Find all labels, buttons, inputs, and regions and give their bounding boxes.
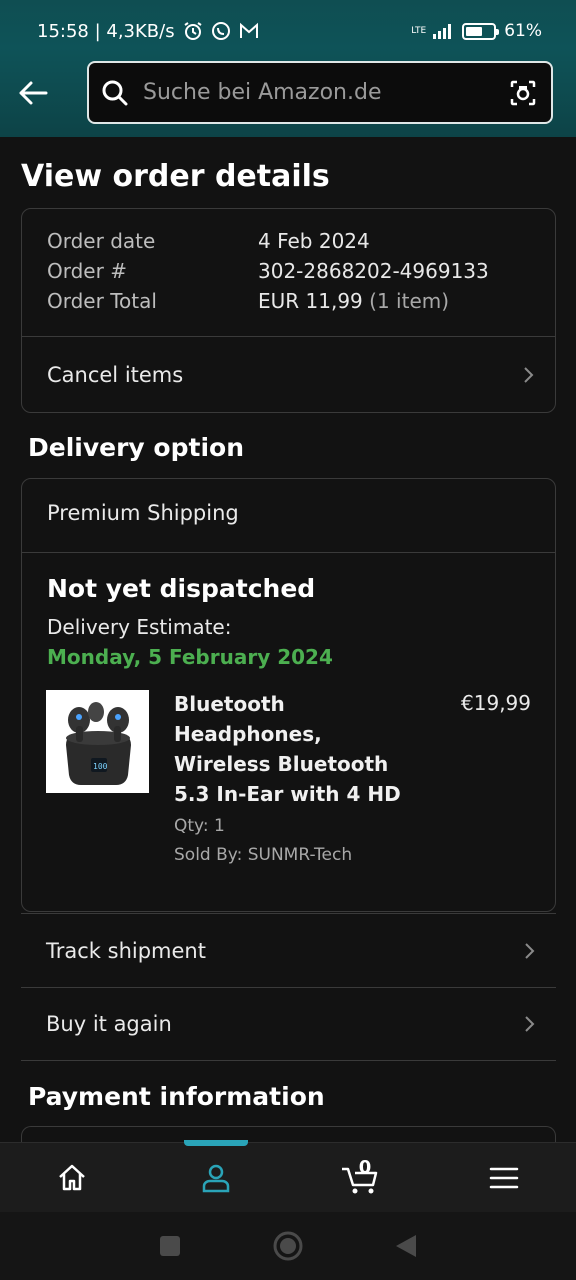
- delivery-card: Premium Shipping Not yet dispatched Deli…: [21, 478, 556, 912]
- order-number-label: Order #: [47, 259, 127, 283]
- battery-fill: [466, 26, 483, 36]
- search-bar[interactable]: Suche bei Amazon.de: [87, 61, 553, 124]
- network-label: LTE: [411, 25, 427, 36]
- page-title: View order details: [21, 159, 330, 194]
- home-circle-icon[interactable]: [272, 1230, 304, 1262]
- bottom-navigation: 0: [0, 1139, 576, 1213]
- product-price: €19,99: [461, 691, 531, 715]
- camera-search-icon[interactable]: [509, 79, 537, 107]
- chevron-right-icon: [525, 942, 535, 959]
- active-tab-indicator: [184, 1139, 248, 1146]
- cart-count: 0: [358, 1156, 372, 1178]
- payment-section-title: Payment information: [28, 1082, 325, 1111]
- estimate-date: Monday, 5 February 2024: [47, 645, 333, 669]
- cancel-items-label: Cancel items: [47, 363, 184, 387]
- chevron-right-icon: [524, 367, 534, 383]
- battery-icon: [462, 22, 500, 40]
- search-icon: [102, 80, 128, 105]
- arrow-left-icon: [19, 81, 48, 105]
- whatsapp-icon: [211, 22, 230, 40]
- product-seller: Sold By: SUNMR-Tech: [174, 845, 353, 865]
- earbuds-product-icon: 100: [46, 690, 149, 793]
- status-bar: 15:58 | 4,3KB/s LTE 61%: [0, 0, 576, 62]
- buy-again-row[interactable]: Buy it again: [21, 987, 556, 1061]
- product-image[interactable]: 100: [46, 690, 149, 793]
- delivery-status: Not yet dispatched: [47, 574, 316, 603]
- back-button[interactable]: [16, 76, 50, 110]
- search-input[interactable]: Suche bei Amazon.de: [143, 80, 509, 105]
- track-shipment-row[interactable]: Track shipment: [21, 913, 556, 987]
- order-number-value: 302-2868202-4969133: [258, 259, 489, 283]
- svg-text:100: 100: [93, 762, 108, 771]
- alarm-icon: [184, 22, 202, 40]
- shipping-type: Premium Shipping: [47, 501, 239, 525]
- order-total-value: EUR 11,99 (1 item): [258, 289, 449, 313]
- status-time: 15:58 | 4,3KB/s: [37, 20, 175, 42]
- recents-icon[interactable]: [158, 1234, 182, 1258]
- signal-icon: [433, 24, 452, 39]
- nav-home[interactable]: [32, 1143, 112, 1213]
- nav-menu[interactable]: [464, 1143, 544, 1213]
- order-summary-card: Order date 4 Feb 2024 Order # 302-286820…: [21, 208, 556, 413]
- chevron-right-icon: [525, 1016, 535, 1032]
- gmail-icon: [239, 22, 258, 38]
- order-total-amount: EUR 11,99: [258, 289, 363, 313]
- status-right: LTE 61%: [411, 21, 542, 41]
- battery-text: 61%: [504, 21, 542, 41]
- nav-cart[interactable]: 0: [320, 1143, 400, 1213]
- product-title[interactable]: Bluetooth Headphones, Wireless Bluetooth…: [174, 689, 414, 809]
- nav-account[interactable]: [176, 1139, 256, 1213]
- status-left: 15:58 | 4,3KB/s: [37, 21, 259, 42]
- app-header: 15:58 | 4,3KB/s LTE 61% Suche bei Amazon…: [0, 0, 576, 137]
- order-date-label: Order date: [47, 229, 156, 253]
- delivery-section-title: Delivery option: [28, 433, 244, 462]
- back-triangle-icon[interactable]: [394, 1233, 418, 1259]
- divider: [22, 552, 555, 553]
- product-qty: Qty: 1: [174, 816, 225, 836]
- order-item-count: (1 item): [369, 289, 450, 313]
- user-icon: [202, 1164, 230, 1192]
- buy-again-label: Buy it again: [46, 1012, 172, 1036]
- track-shipment-label: Track shipment: [46, 938, 206, 963]
- system-navigation-bar: [0, 1212, 576, 1280]
- cancel-items-row[interactable]: Cancel items: [22, 337, 555, 413]
- order-total-label: Order Total: [47, 289, 157, 313]
- hamburger-menu-icon: [489, 1167, 519, 1188]
- home-icon: [59, 1164, 85, 1190]
- order-date-value: 4 Feb 2024: [258, 229, 370, 253]
- estimate-label: Delivery Estimate:: [47, 615, 232, 639]
